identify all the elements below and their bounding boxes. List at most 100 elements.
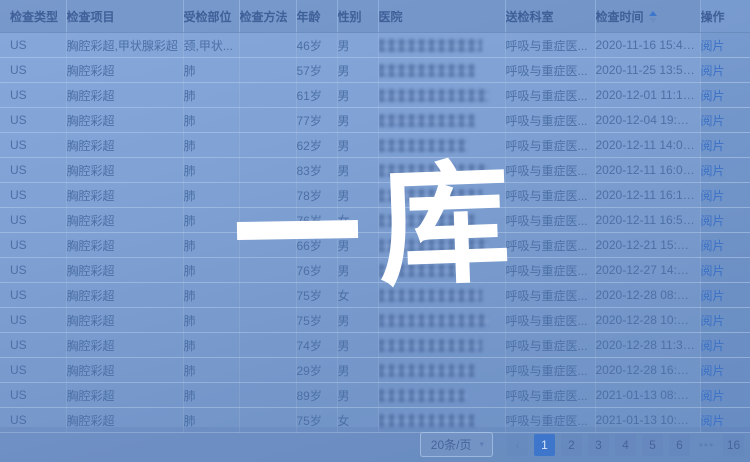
page-button-16[interactable]: 16 <box>723 434 744 456</box>
col-header-hospital: 医院 <box>378 0 505 33</box>
cell-exam-method <box>239 308 296 333</box>
cell-age: 46岁 <box>296 33 337 58</box>
view-images-link[interactable]: 阅片 <box>701 214 725 228</box>
cell-hospital <box>378 333 505 358</box>
page-size-label: 20条/页 <box>431 436 472 453</box>
view-images-link[interactable]: 阅片 <box>701 39 725 53</box>
exam-table: 检查类型 检查项目 受检部位 检查方法 年龄 性别 医院 送检科室 检查时间 操… <box>0 0 750 433</box>
cell-operation: 阅片 <box>700 233 750 258</box>
cell-exam-time: 2021-01-13 08:35:05 <box>595 383 700 408</box>
col-header-age: 年龄 <box>296 0 337 33</box>
cell-body-part: 肺 <box>183 308 239 333</box>
cell-exam-method <box>239 283 296 308</box>
cell-exam-method <box>239 183 296 208</box>
cell-age: 75岁 <box>296 283 337 308</box>
sort-caret-icon[interactable] <box>649 11 657 23</box>
table-row: US 胸腔彩超 肺 66岁 男 呼吸与重症医... 2020-12-21 15:… <box>0 233 750 258</box>
view-images-link[interactable]: 阅片 <box>701 264 725 278</box>
cell-body-part: 肺 <box>183 358 239 383</box>
cell-send-dept: 呼吸与重症医... <box>505 283 595 308</box>
cell-exam-method <box>239 333 296 358</box>
col-header-exam-type: 检查类型 <box>0 0 66 33</box>
cell-send-dept: 呼吸与重症医... <box>505 308 595 333</box>
cell-send-dept: 呼吸与重症医... <box>505 258 595 283</box>
cell-hospital <box>378 258 505 283</box>
view-images-link[interactable]: 阅片 <box>701 364 725 378</box>
cell-exam-item: 胸腔彩超 <box>66 183 183 208</box>
col-header-exam-time[interactable]: 检查时间 <box>595 0 700 33</box>
cell-operation: 阅片 <box>700 33 750 58</box>
cell-hospital <box>378 283 505 308</box>
cell-send-dept: 呼吸与重症医... <box>505 108 595 133</box>
cell-exam-item: 胸腔彩超 <box>66 58 183 83</box>
cell-hospital <box>378 58 505 83</box>
cell-age: 83岁 <box>296 158 337 183</box>
view-images-link[interactable]: 阅片 <box>701 139 725 153</box>
page-button-1[interactable]: 1 <box>534 434 555 456</box>
view-images-link[interactable]: 阅片 <box>701 339 725 353</box>
view-images-link[interactable]: 阅片 <box>701 289 725 303</box>
cell-exam-time: 2020-12-01 11:14:21 <box>595 83 700 108</box>
redacted-hospital-name <box>379 239 489 252</box>
cell-gender: 男 <box>337 233 378 258</box>
view-images-link[interactable]: 阅片 <box>701 114 725 128</box>
cell-exam-method <box>239 108 296 133</box>
view-images-link[interactable]: 阅片 <box>701 164 725 178</box>
cell-exam-method <box>239 158 296 183</box>
view-images-link[interactable]: 阅片 <box>701 64 725 78</box>
page-button-3[interactable]: 3 <box>588 434 609 456</box>
cell-exam-type: US <box>0 333 66 358</box>
cell-hospital <box>378 158 505 183</box>
page-button-4[interactable]: 4 <box>615 434 636 456</box>
table-row: US 胸腔彩超 肺 75岁 女 呼吸与重症医... 2020-12-28 08:… <box>0 283 750 308</box>
redacted-hospital-name <box>379 39 482 52</box>
cell-exam-item: 胸腔彩超,甲状腺彩超 <box>66 33 183 58</box>
cell-operation: 阅片 <box>700 158 750 183</box>
cell-age: 66岁 <box>296 233 337 258</box>
col-header-operation: 操作 <box>700 0 750 33</box>
pagination-pages: 123456 ••• 16 <box>534 434 744 456</box>
redacted-hospital-name <box>379 289 482 302</box>
page-button-2[interactable]: 2 <box>561 434 582 456</box>
cell-exam-item: 胸腔彩超 <box>66 133 183 158</box>
more-pages-button[interactable]: ••• <box>696 434 717 456</box>
redacted-hospital-name <box>379 89 489 102</box>
view-images-link[interactable]: 阅片 <box>701 189 725 203</box>
table-row: US 胸腔彩超 肺 89岁 男 呼吸与重症医... 2021-01-13 08:… <box>0 383 750 408</box>
view-images-link[interactable]: 阅片 <box>701 89 725 103</box>
cell-hospital <box>378 133 505 158</box>
cell-gender: 男 <box>337 58 378 83</box>
cell-exam-item: 胸腔彩超 <box>66 283 183 308</box>
cell-send-dept: 呼吸与重症医... <box>505 58 595 83</box>
cell-operation: 阅片 <box>700 183 750 208</box>
page-button-6[interactable]: 6 <box>669 434 690 456</box>
cell-operation: 阅片 <box>700 208 750 233</box>
redacted-hospital-name <box>379 114 475 127</box>
cell-age: 57岁 <box>296 58 337 83</box>
cell-exam-time: 2020-12-11 14:00:14 <box>595 133 700 158</box>
cell-age: 77岁 <box>296 108 337 133</box>
cell-exam-time: 2020-12-11 16:14:49 <box>595 183 700 208</box>
redacted-hospital-name <box>379 364 475 377</box>
view-images-link[interactable]: 阅片 <box>701 389 725 403</box>
page-size-select[interactable]: 20条/页 ▾ <box>420 432 493 457</box>
cell-exam-type: US <box>0 308 66 333</box>
cell-body-part: 肺 <box>183 183 239 208</box>
view-images-link[interactable]: 阅片 <box>701 414 725 428</box>
view-images-link[interactable]: 阅片 <box>701 314 725 328</box>
cell-body-part: 肺 <box>183 158 239 183</box>
cell-body-part: 肺 <box>183 283 239 308</box>
col-header-exam-method: 检查方法 <box>239 0 296 33</box>
table-row: US 胸腔彩超 肺 76岁 女 呼吸与重症医... 2020-12-11 16:… <box>0 208 750 233</box>
redacted-hospital-name <box>379 414 475 427</box>
view-images-link[interactable]: 阅片 <box>701 239 725 253</box>
cell-body-part: 肺 <box>183 58 239 83</box>
cell-hospital <box>378 108 505 133</box>
cell-exam-item: 胸腔彩超 <box>66 383 183 408</box>
prev-page-button[interactable]: ‹ <box>507 434 528 456</box>
cell-body-part: 肺 <box>183 208 239 233</box>
cell-age: 74岁 <box>296 333 337 358</box>
cell-body-part: 肺 <box>183 258 239 283</box>
cell-gender: 男 <box>337 108 378 133</box>
page-button-5[interactable]: 5 <box>642 434 663 456</box>
